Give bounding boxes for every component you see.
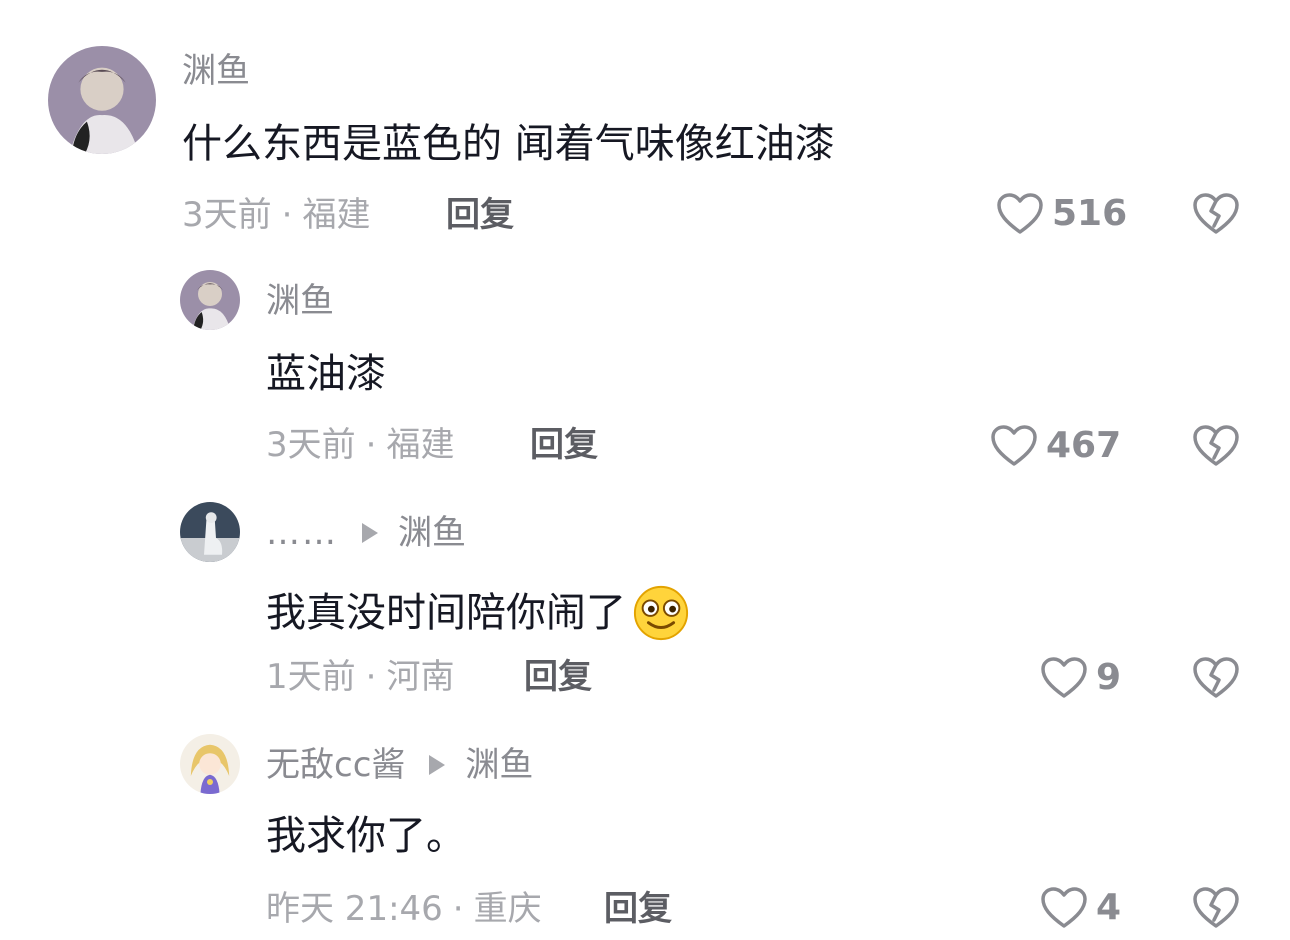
comment-text: 我真没时间陪你闹了 bbox=[266, 584, 690, 642]
avatar[interactable] bbox=[180, 502, 240, 562]
comment-author[interactable]: 渊鱼 bbox=[182, 54, 250, 88]
broken-heart-icon bbox=[1193, 887, 1239, 928]
like-button[interactable]: 4 bbox=[1040, 886, 1121, 930]
reply-to-name[interactable]: 渊鱼 bbox=[465, 748, 533, 782]
reply-button[interactable]: 回复 bbox=[604, 892, 672, 926]
avatar-image bbox=[180, 734, 240, 794]
like-button[interactable]: 9 bbox=[1040, 656, 1121, 700]
comment-location: 福建 bbox=[386, 425, 455, 465]
comment-text: 我求你了。 bbox=[266, 816, 466, 856]
reply-button[interactable]: 回复 bbox=[530, 428, 598, 462]
reply-to-name[interactable]: 渊鱼 bbox=[398, 516, 466, 550]
comment-text-content: 蓝油漆 bbox=[266, 351, 386, 397]
comment-location: 重庆 bbox=[473, 889, 542, 929]
author-name[interactable]: …… bbox=[266, 516, 338, 550]
comment-meta: 3天前 · 福建 bbox=[266, 428, 454, 462]
avatar[interactable] bbox=[48, 46, 156, 154]
comment-time: 3天前 bbox=[182, 195, 272, 235]
comment-text: 什么东西是蓝色的 闻着气味像红油漆 bbox=[182, 124, 835, 164]
meta-separator: · bbox=[452, 889, 464, 929]
comment-meta: 昨天 21:46 · 重庆 bbox=[266, 892, 542, 926]
heart-outline-icon bbox=[991, 425, 1037, 466]
avatar[interactable] bbox=[180, 270, 240, 330]
like-count: 467 bbox=[1046, 425, 1122, 466]
comment-author[interactable]: …… 渊鱼 bbox=[266, 516, 466, 550]
like-button[interactable]: 516 bbox=[996, 192, 1127, 236]
triangle-right-icon bbox=[362, 523, 378, 543]
avatar[interactable] bbox=[180, 734, 240, 794]
comment-time: 3天前 bbox=[266, 425, 356, 465]
smile-emoji-icon bbox=[632, 584, 690, 642]
heart-outline-icon bbox=[997, 193, 1043, 234]
dislike-button[interactable] bbox=[1192, 656, 1240, 700]
avatar-image bbox=[48, 46, 156, 154]
dislike-button[interactable] bbox=[1192, 192, 1240, 236]
like-button[interactable]: 467 bbox=[990, 424, 1121, 468]
author-name[interactable]: 渊鱼 bbox=[182, 54, 250, 88]
reply-button[interactable]: 回复 bbox=[524, 660, 592, 694]
comment-time: 1天前 bbox=[266, 657, 356, 697]
comment-author[interactable]: 无敌cc酱 渊鱼 bbox=[266, 748, 533, 782]
triangle-right-icon bbox=[429, 755, 446, 775]
comment-location: 福建 bbox=[302, 195, 371, 235]
author-name[interactable]: 渊鱼 bbox=[266, 284, 334, 318]
broken-heart-icon bbox=[1193, 657, 1239, 698]
author-name[interactable]: 无敌cc酱 bbox=[266, 748, 405, 782]
reply-button[interactable]: 回复 bbox=[446, 198, 514, 232]
comment-time: 昨天 21:46 bbox=[266, 889, 443, 929]
heart-outline-icon bbox=[1041, 657, 1087, 698]
like-count: 516 bbox=[1052, 193, 1128, 234]
comment-meta: 1天前 · 河南 bbox=[266, 660, 454, 694]
like-count: 9 bbox=[1096, 657, 1122, 698]
dislike-button[interactable] bbox=[1192, 886, 1240, 930]
comment-meta: 3天前 · 福建 bbox=[182, 198, 370, 232]
meta-separator: · bbox=[365, 425, 377, 465]
like-count: 4 bbox=[1096, 887, 1122, 928]
broken-heart-icon bbox=[1193, 425, 1239, 466]
avatar-image bbox=[180, 502, 240, 562]
heart-outline-icon bbox=[1041, 887, 1087, 928]
broken-heart-icon bbox=[1193, 193, 1239, 234]
comment-text-content: 什么东西是蓝色的 闻着气味像红油漆 bbox=[182, 121, 835, 167]
meta-separator: · bbox=[281, 195, 293, 235]
avatar-image bbox=[180, 270, 240, 330]
comment-author[interactable]: 渊鱼 bbox=[266, 284, 334, 318]
meta-separator: · bbox=[365, 657, 377, 697]
dislike-button[interactable] bbox=[1192, 424, 1240, 468]
comment-text-content: 我求你了。 bbox=[266, 813, 466, 859]
comment-text-content: 我真没时间陪你闹了 bbox=[266, 590, 626, 636]
comment-location: 河南 bbox=[386, 657, 455, 697]
comment-text: 蓝油漆 bbox=[266, 354, 386, 394]
